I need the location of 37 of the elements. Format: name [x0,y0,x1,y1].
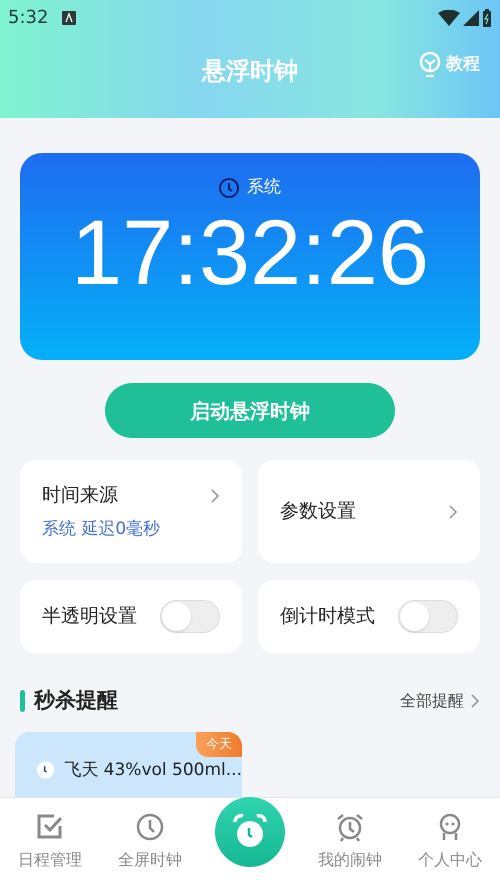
wifi-icon [438,10,460,26]
alarm-clock-icon [335,812,365,842]
nav-tab[interactable]: 我的闹钟 [300,798,400,888]
setting-label: 半透明设置 [42,604,137,630]
tutorial-button[interactable]: 教程 [418,51,480,79]
battery-icon [482,8,492,26]
chevron-right-icon [448,504,458,520]
setting-label: 参数设置 [280,499,357,524]
toggle-switch[interactable] [398,600,458,633]
notification-icon [62,10,76,24]
section-title: 秒杀提醒 [34,687,118,714]
status-time: 5:32 [8,6,48,30]
reminder-card[interactable]: 今天 飞天 43%vol 500ml... [15,732,242,796]
settings-card[interactable]: 参数设置 [258,460,480,563]
lightbulb-icon [418,51,442,79]
section-accent-bar [20,690,25,712]
all-reminders-link[interactable]: 全部提醒 [400,688,480,713]
today-badge: 今天 [196,732,242,757]
clock-time: 17:32:26 [70,202,430,302]
reminder-title: 飞天 43%vol 500ml... [64,758,242,782]
nav-tab[interactable]: 日程管理 [0,798,100,888]
setting-label: 时间来源 [42,482,119,508]
chevron-right-icon [470,692,480,709]
start-floating-clock-button[interactable]: 启动悬浮时钟 [105,383,395,438]
setting-detail: 系统 延迟0毫秒 [42,518,162,541]
nav-tab[interactable]: 个人中心 [400,798,500,888]
page-title: 悬浮时钟 [202,56,298,87]
settings-card[interactable]: 时间来源 系统 延迟0毫秒 [20,460,242,563]
signal-icon [463,10,479,26]
chevron-right-icon [210,488,220,504]
clock-icon [37,761,54,780]
toggle-switch[interactable] [160,600,220,633]
time-source-label: 系统 [247,176,281,199]
setting-label: 倒计时模式 [280,604,375,630]
nav-tab[interactable]: 全屏时钟 [100,798,200,888]
clock-icon [135,812,165,842]
clock-icon [219,178,239,198]
